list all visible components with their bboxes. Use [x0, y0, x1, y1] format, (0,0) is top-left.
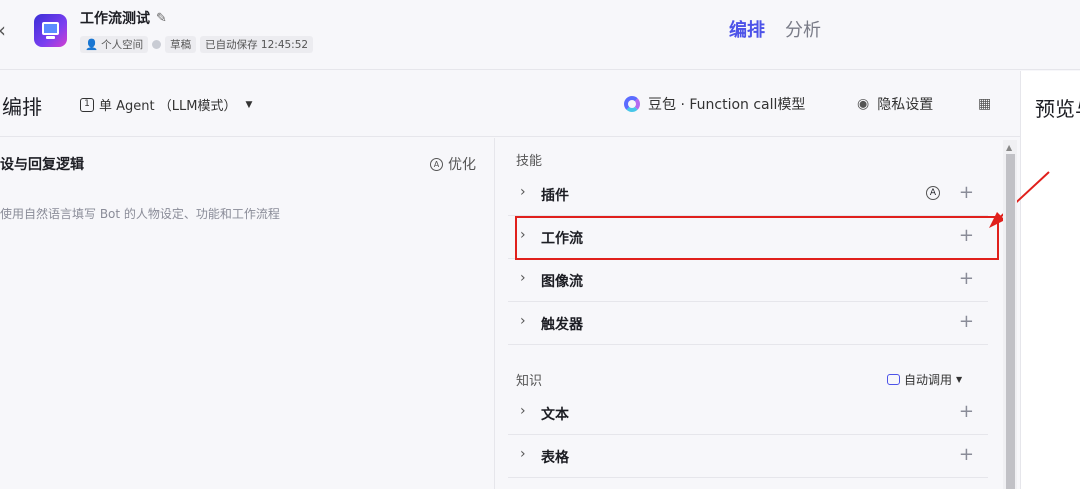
knowledge-label: 文本 — [541, 407, 569, 423]
caret-down-icon: ▼ — [956, 375, 963, 384]
annotation-arrow-icon — [989, 171, 1050, 228]
scroll-thumb[interactable] — [1006, 154, 1015, 489]
app-title-group: 工作流测试 ✎ — [80, 8, 167, 28]
privacy-settings-button[interactable]: ◉ 隐私设置 — [857, 94, 933, 114]
prompt-input[interactable]: 使用自然语言填写 Bot 的人物设定、功能和工作流程 — [0, 205, 280, 222]
doubao-icon — [624, 96, 640, 112]
plus-icon[interactable]: + — [959, 401, 974, 422]
plus-icon[interactable]: + — [959, 182, 974, 203]
auto-call-select[interactable]: 自动调用 ▼ — [887, 371, 962, 388]
optimize-label: 优化 — [448, 157, 476, 173]
autosave-badge: 已自动保存 12:45:52 — [200, 36, 314, 53]
chevron-right-icon: › — [520, 184, 526, 200]
agent-mode-select[interactable]: 1 单 Agent （LLM模式） ▼ — [80, 95, 252, 114]
edit-icon[interactable]: ✎ — [156, 11, 167, 26]
panel-divider — [494, 138, 495, 489]
optimize-button[interactable]: A 优化 — [430, 154, 476, 174]
draft-badge: 草稿 — [165, 36, 197, 53]
skill-label: 插件 — [541, 188, 569, 204]
auto-call-label: 自动调用 — [904, 373, 953, 387]
agent-mode-label: 单 Agent （LLM模式） — [99, 99, 237, 114]
draft-status-icon — [152, 40, 162, 49]
scrollbar[interactable]: ▲ — [1003, 140, 1017, 489]
model-label: 豆包 · Function call模型 — [648, 97, 806, 113]
plus-icon[interactable]: + — [959, 444, 974, 465]
arrange-title: 编排 — [2, 95, 42, 119]
tab-arrange[interactable]: 编排 — [729, 16, 765, 42]
skill-label: 图像流 — [541, 274, 583, 290]
scroll-up-icon[interactable]: ▲ — [1006, 143, 1012, 152]
chevron-right-icon: › — [520, 446, 526, 462]
chevron-right-icon: › — [520, 270, 526, 286]
skill-label: 触发器 — [541, 317, 583, 333]
app-meta: 👤 个人空间 草稿 已自动保存 12:45:52 — [80, 36, 314, 53]
agent-mode-icon: 1 — [80, 97, 94, 112]
knowledge-row-table[interactable]: › 表格 + — [508, 436, 988, 478]
caret-down-icon: ▼ — [245, 99, 253, 110]
skills-label: 技能 — [516, 154, 543, 169]
space-label: 个人空间 — [101, 39, 144, 51]
plus-icon[interactable]: + — [959, 268, 974, 289]
auto-icon[interactable]: A — [926, 186, 940, 200]
skill-row-imageflow[interactable]: › 图像流 + — [508, 260, 988, 302]
auto-icon: A — [430, 157, 443, 171]
skill-row-plugins[interactable]: › 插件 A + — [508, 174, 988, 216]
user-icon: 👤 — [85, 39, 99, 51]
app-title: 工作流测试 — [80, 11, 150, 27]
preview-panel: 预览与 — [1020, 71, 1080, 489]
knowledge-label: 知识 — [516, 374, 543, 389]
preview-title: 预览与 — [1035, 97, 1080, 121]
back-icon[interactable]: ‹ — [0, 18, 18, 42]
draft-label: 草稿 — [170, 39, 192, 51]
skill-row-trigger[interactable]: › 触发器 + — [508, 303, 988, 345]
autosave-label: 已自动保存 12:45:52 — [205, 39, 309, 51]
workflow-highlight-box — [515, 216, 999, 260]
chevron-right-icon: › — [520, 313, 526, 329]
space-badge: 👤 个人空间 — [80, 36, 149, 53]
arrange-toolbar: 编排 1 单 Agent （LLM模式） ▼ 豆包 · Function cal… — [0, 71, 1020, 137]
top-bar: ‹ 工作流测试 ✎ 👤个人空间 草稿 已自动保存 12:45:52 编排 分析 — [0, 0, 1080, 70]
prompt-title: 设与回复逻辑 — [0, 157, 84, 173]
model-select[interactable]: 豆包 · Function call模型 — [624, 94, 805, 114]
plus-icon[interactable]: + — [959, 311, 974, 332]
eye-icon: ◉ — [857, 96, 870, 112]
app-icon — [34, 14, 67, 47]
knowledge-row-text[interactable]: › 文本 + — [508, 393, 988, 435]
layout-grid-icon[interactable]: ▦ — [978, 96, 991, 112]
auto-call-icon — [887, 374, 900, 385]
knowledge-label: 表格 — [541, 450, 569, 466]
privacy-label: 隐私设置 — [877, 97, 934, 113]
main-tabs: 编排 分析 — [729, 16, 821, 42]
tab-analysis[interactable]: 分析 — [785, 16, 821, 42]
chevron-right-icon: › — [520, 403, 526, 419]
